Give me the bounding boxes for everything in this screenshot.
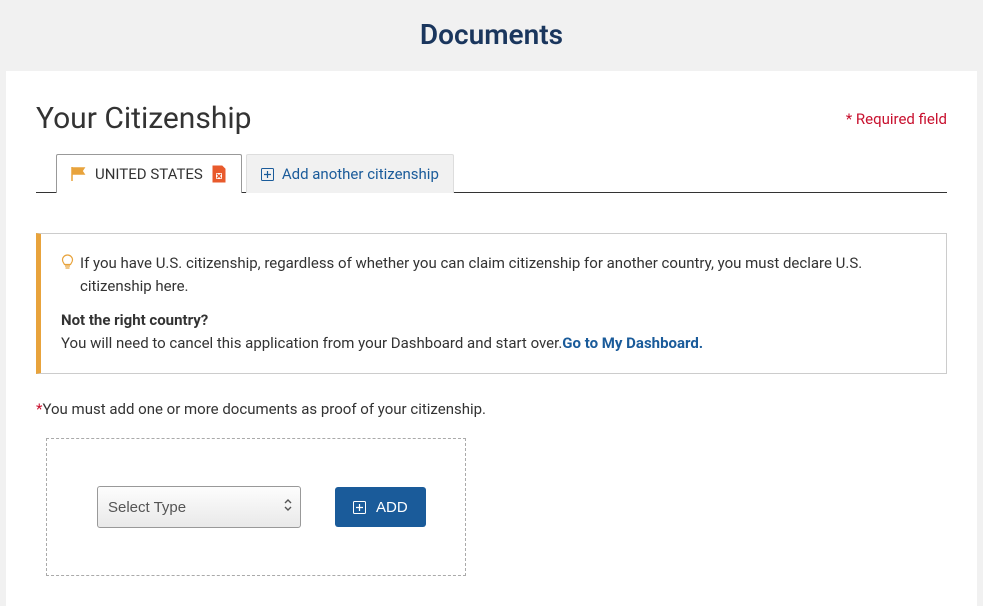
tab-united-states[interactable]: UNITED STATES [56,154,242,193]
not-right-country-title: Not the right country? [61,311,208,329]
section-title: Your Citizenship [36,101,252,136]
file-remove-icon[interactable] [211,165,227,183]
main-card: Your Citizenship * Required field UNITED… [6,71,977,606]
plus-square-icon [353,501,366,514]
tab-label: UNITED STATES [95,165,203,183]
tab-add-citizenship[interactable]: Add another citizenship [246,154,454,193]
document-type-select[interactable]: Select Type [97,486,301,528]
add-document-area: Select Type ADD [46,438,466,576]
lightbulb-icon [61,252,74,270]
add-button[interactable]: ADD [335,487,426,527]
flag-icon [71,167,87,181]
page-title: Documents [0,18,983,51]
not-right-country-body: You will need to cancel this application… [61,334,562,352]
add-citizenship-link[interactable]: Add another citizenship [282,165,439,183]
citizenship-tabs: UNITED STATES Add another citizenship [36,154,947,193]
instruction-text: *You must add one or more documents as p… [36,400,947,418]
plus-square-icon [261,168,274,181]
add-button-label: ADD [376,499,408,516]
dashboard-link[interactable]: Go to My Dashboard. [562,334,703,352]
info-box: If you have U.S. citizenship, regardless… [36,233,947,374]
required-field-note: * Required field [846,110,947,128]
info-text-line1: If you have U.S. citizenship, regardless… [80,252,926,299]
